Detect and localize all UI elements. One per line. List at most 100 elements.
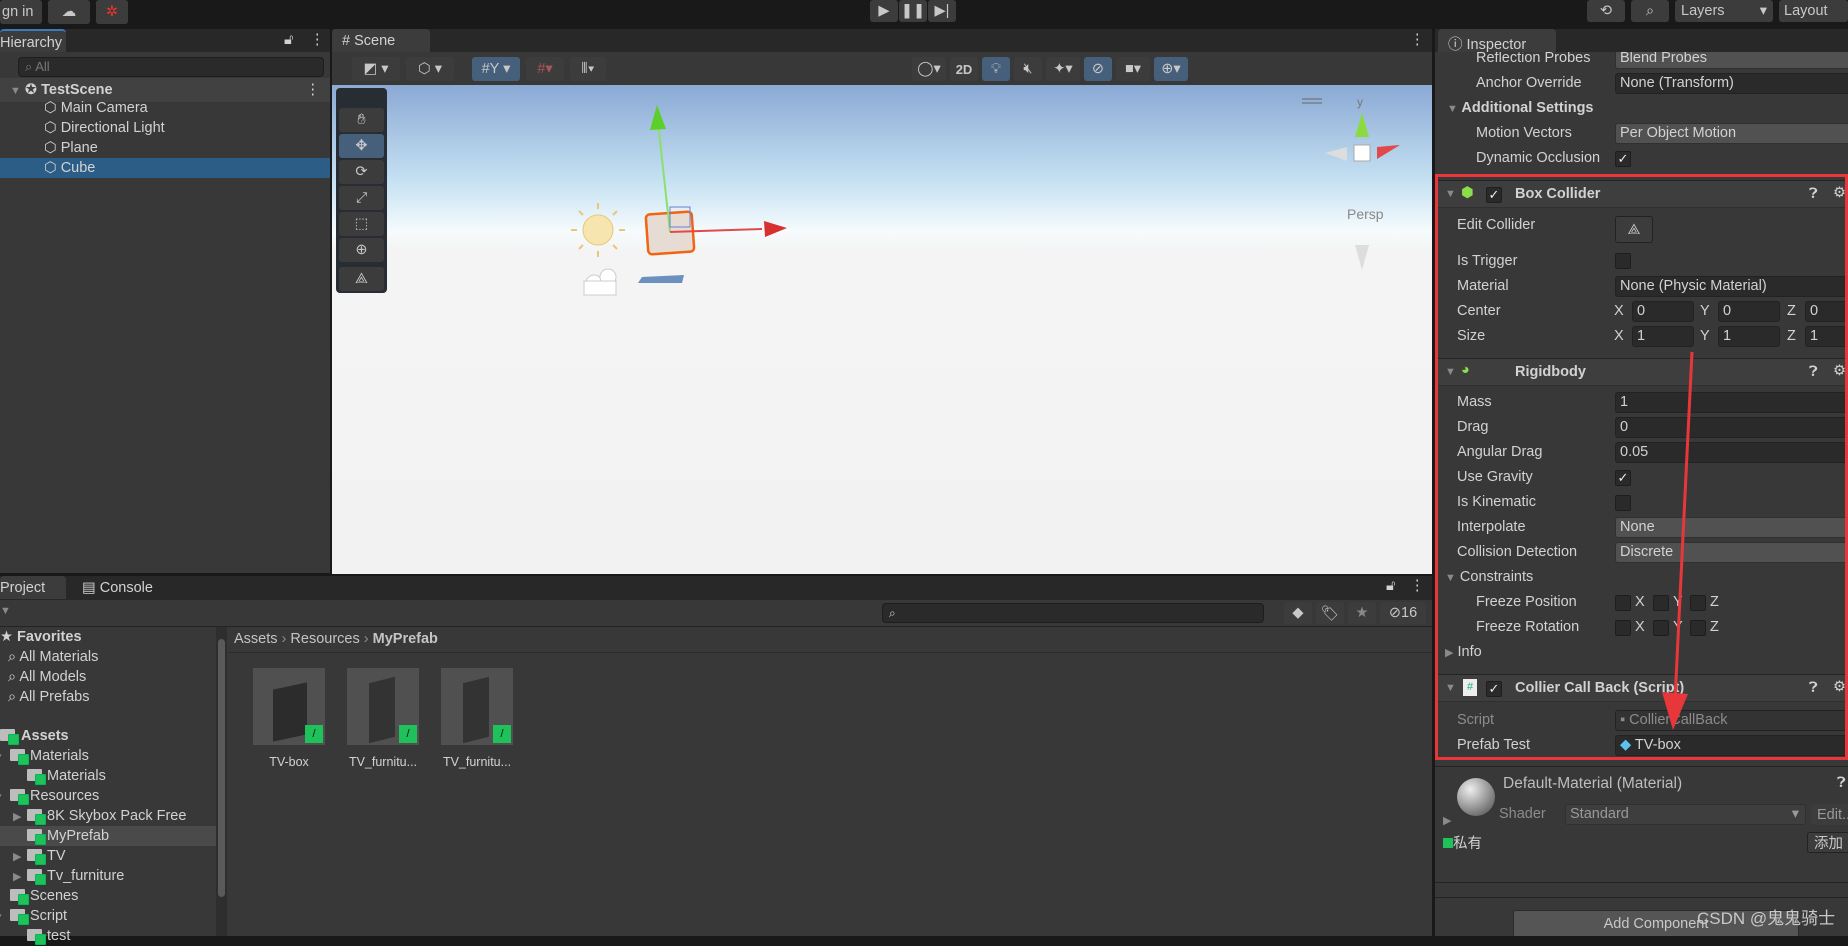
lock-icon[interactable]: 🔓︎ bbox=[284, 32, 293, 48]
tab-inspector[interactable]: ⓘ Inspector bbox=[1438, 29, 1556, 53]
layers-dropdown[interactable]: Layers ▾ bbox=[1675, 0, 1773, 22]
hidden-objects-toggle[interactable]: ⊘ bbox=[1084, 57, 1112, 81]
private-toggle[interactable]: 私有 bbox=[1443, 832, 1482, 853]
reflection-probes-dropdown[interactable]: Blend Probes bbox=[1615, 52, 1848, 69]
project-folder[interactable]: ▶ TV bbox=[0, 846, 216, 866]
lighting-toggle[interactable]: 💡︎ bbox=[982, 57, 1010, 81]
more-icon[interactable]: ⋮ bbox=[310, 32, 325, 48]
breadcrumb-item[interactable]: MyPrefab bbox=[373, 631, 438, 647]
effects-dropdown[interactable]: ✦▾ bbox=[1046, 57, 1080, 81]
project-folder[interactable]: Materials bbox=[0, 766, 216, 786]
project-folder[interactable]: ▶ Tv_furniture bbox=[0, 866, 216, 886]
projection-label[interactable]: Persp bbox=[1347, 206, 1384, 222]
layout-dropdown[interactable]: Layout bbox=[1779, 0, 1848, 22]
tree-scrollbar[interactable] bbox=[216, 627, 227, 936]
sign-in-button[interactable]: gn in bbox=[0, 0, 42, 24]
favorite-star-icon[interactable]: ★ bbox=[1348, 602, 1376, 624]
shading-dropdown[interactable]: ◯▾ bbox=[912, 57, 946, 81]
ruler-dropdown[interactable]: ⦀▾ bbox=[570, 57, 606, 81]
history-icon[interactable]: ⟲ bbox=[1587, 0, 1625, 22]
scale-tool[interactable]: ⤢ bbox=[339, 186, 384, 210]
filter-label-icon[interactable]: 🏷︎ bbox=[1316, 602, 1344, 624]
expand-arrow[interactable]: ▾ bbox=[0, 907, 10, 927]
project-folder[interactable]: test bbox=[0, 926, 216, 946]
orientation-gizmo[interactable] bbox=[1325, 113, 1400, 270]
asset-tile[interactable]: / TV_furnitu... bbox=[437, 668, 517, 769]
more-icon[interactable]: ⋮ bbox=[1410, 32, 1425, 48]
more-icon[interactable]: ⋮ bbox=[1410, 578, 1425, 594]
grid-snap-toggle[interactable]: #Y ▾ bbox=[472, 57, 520, 81]
pause-button[interactable]: ❚❚ bbox=[899, 0, 927, 22]
2d-toggle[interactable]: 2D bbox=[950, 57, 978, 81]
hidden-packages-toggle[interactable]: ⊘ 16 bbox=[1380, 602, 1426, 624]
anchor-override-field[interactable]: None (Transform) bbox=[1615, 73, 1848, 94]
hierarchy-item[interactable]: ⬡ Main Camera bbox=[0, 98, 330, 118]
camera-dropdown[interactable]: ■▾ bbox=[1116, 57, 1150, 81]
hierarchy-search[interactable]: ⌕ All bbox=[18, 57, 324, 77]
play-button[interactable]: ▶ bbox=[870, 0, 898, 22]
favorite-item[interactable]: ⌕ All Materials bbox=[0, 647, 216, 667]
project-folder[interactable]: ▶ 8K Skybox Pack Free bbox=[0, 806, 216, 826]
x-arrow-icon[interactable] bbox=[764, 221, 787, 237]
tab-scene[interactable]: # Scene bbox=[332, 29, 430, 52]
motion-vectors-dropdown[interactable]: Per Object Motion bbox=[1615, 123, 1848, 144]
expand-arrow[interactable]: ▾ bbox=[0, 787, 10, 807]
tab-hierarchy[interactable]: Hierarchy bbox=[0, 29, 66, 52]
create-dropdown[interactable]: ▼ bbox=[0, 605, 11, 617]
asset-tile[interactable]: / TV-box bbox=[249, 668, 329, 769]
breadcrumb-item[interactable]: Resources bbox=[290, 631, 359, 647]
rotate-tool[interactable]: ⟳ bbox=[339, 160, 384, 184]
step-button[interactable]: ▶| bbox=[928, 0, 956, 22]
breadcrumb-item[interactable]: Assets bbox=[234, 631, 278, 647]
assets-root[interactable]: Assets bbox=[0, 726, 216, 746]
rect-tool[interactable]: ⬚ bbox=[339, 212, 384, 236]
project-search[interactable]: ⌕ bbox=[882, 603, 1264, 623]
hand-tool[interactable]: ✋︎ bbox=[339, 108, 384, 132]
asset-tile[interactable]: / TV_furnitu... bbox=[343, 668, 423, 769]
project-folder[interactable]: ▾ Materials bbox=[0, 746, 216, 766]
favorite-item[interactable]: ⌕ All Prefabs bbox=[0, 687, 216, 707]
draw-mode-dropdown[interactable]: ◩ ▾ bbox=[352, 57, 400, 81]
gizmos-dropdown[interactable]: ⊕▾ bbox=[1154, 57, 1188, 81]
project-folder[interactable]: ▾ Script bbox=[0, 906, 216, 926]
search-icon[interactable]: ⌕ bbox=[1631, 0, 1669, 22]
hierarchy-item[interactable]: ⬡ Directional Light bbox=[0, 118, 330, 138]
move-tool[interactable]: ✥ bbox=[339, 134, 384, 158]
dynamic-occlusion-checkbox[interactable]: ✓ bbox=[1615, 151, 1631, 167]
project-folder[interactable]: ▾ Resources bbox=[0, 786, 216, 806]
expand-arrow[interactable]: ▶ bbox=[13, 847, 27, 867]
y-arrow-icon[interactable] bbox=[650, 105, 666, 130]
expand-arrow[interactable]: ▶ bbox=[13, 867, 27, 887]
favorites-header[interactable]: ★ Favorites bbox=[0, 627, 216, 647]
hierarchy-item[interactable]: ⬡ Plane bbox=[0, 138, 330, 158]
camera-gizmo-icon[interactable] bbox=[583, 268, 617, 296]
collab-icon[interactable]: ✲ bbox=[96, 0, 128, 24]
additional-settings-foldout[interactable]: ▼ Additional Settings bbox=[1447, 100, 1594, 116]
cloud-icon[interactable]: ☁ bbox=[48, 0, 90, 24]
transform-tool[interactable]: ⊕ bbox=[339, 238, 384, 262]
favorite-item[interactable]: ⌕ All Models bbox=[0, 667, 216, 687]
scene-viewport[interactable]: y Persp ✋︎ ✥ ⟳ ⤢ ⬚ ⊕ ⟁ bbox=[332, 85, 1432, 574]
gameobject-icon: ⬡ bbox=[44, 100, 57, 116]
audio-mute-icon[interactable]: 🔇︎ bbox=[1014, 57, 1042, 81]
material-foldout[interactable]: ▶ bbox=[1443, 814, 1451, 827]
edit-shader-button[interactable]: Edit... bbox=[1811, 804, 1848, 825]
view-options-dropdown[interactable]: ⬡ ▾ bbox=[406, 57, 454, 81]
filter-type-icon[interactable]: ◆ bbox=[1284, 602, 1312, 624]
tab-console[interactable]: ▤ Console bbox=[82, 580, 153, 596]
label: All Prefabs bbox=[19, 689, 90, 705]
increment-snap-toggle[interactable]: #▾ bbox=[526, 57, 564, 81]
project-folder[interactable]: MyPrefab bbox=[0, 826, 216, 846]
edit-collider-tool[interactable]: ⟁ bbox=[339, 267, 384, 291]
lock-icon[interactable]: 🔓︎ bbox=[1386, 578, 1395, 594]
label: Additional Settings bbox=[1461, 100, 1594, 116]
expand-arrow[interactable]: ▾ bbox=[0, 747, 10, 767]
add-button[interactable]: 添加 bbox=[1807, 832, 1848, 853]
tab-project[interactable]: Project bbox=[0, 576, 66, 599]
project-folder[interactable]: Scenes bbox=[0, 886, 216, 906]
help-icon[interactable]: ❓︎ bbox=[1837, 775, 1846, 791]
hierarchy-item-selected[interactable]: ⬡ Cube bbox=[0, 158, 330, 178]
sun-icon[interactable] bbox=[571, 203, 625, 257]
expand-arrow[interactable]: ▶ bbox=[13, 807, 27, 827]
shader-dropdown[interactable]: Standard ▾ bbox=[1565, 804, 1806, 825]
